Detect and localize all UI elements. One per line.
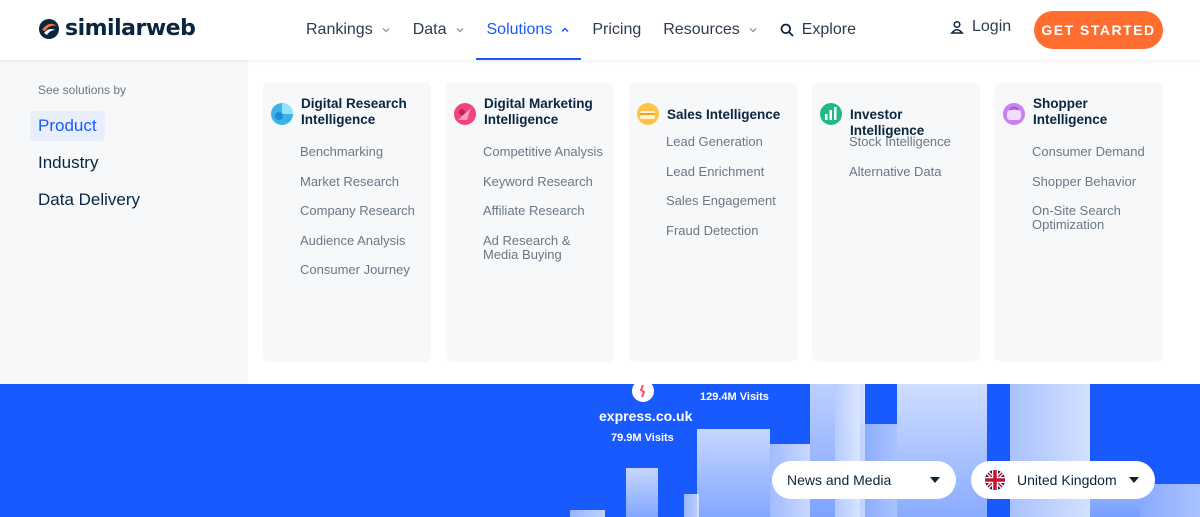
link-benchmarking[interactable]: Benchmarking [300,145,425,159]
link-stock-intelligence[interactable]: Stock Intelligence [849,135,974,149]
similarweb-logo[interactable]: similarweb [38,16,196,42]
digital-research-icon [271,103,293,125]
nav-label: Resources [663,21,740,38]
search-icon [780,23,794,37]
chevron-down-icon [749,28,757,33]
chevron-down-icon [456,28,463,33]
hero-section: 129.4M Visits express.co.uk 79.9M Visits… [0,384,1200,517]
card-links: Stock Intelligence Alternative Data [849,135,974,194]
link-company-research[interactable]: Company Research [300,204,425,218]
logo-text: similarweb [65,16,196,41]
card-links: Lead Generation Lead Enrichment Sales En… [666,135,791,253]
card-title: Digital Research Intelligence [301,96,407,127]
login-link[interactable]: Login [950,18,1011,36]
card-header[interactable]: Investor Intelligence [819,96,975,139]
link-lead-enrichment[interactable]: Lead Enrichment [666,164,791,179]
card-header[interactable]: Sales Intelligence [636,96,792,126]
solution-card-shopper-intelligence: Shopper Intelligence Consumer Demand Sho… [995,82,1163,362]
link-ad-research[interactable]: Ad Research & Media Buying [483,233,608,262]
nav-resources[interactable]: Resources [652,0,768,60]
get-started-button[interactable]: GET STARTED [1034,11,1163,49]
link-affiliate-research[interactable]: Affiliate Research [483,204,608,218]
shopper-intelligence-icon [1003,103,1025,125]
link-sales-engagement[interactable]: Sales Engagement [666,194,791,208]
category-data-delivery[interactable]: Data Delivery [30,185,148,215]
country-select[interactable]: United Kingdom [971,461,1155,499]
country-select-value: United Kingdom [1017,472,1117,488]
link-consumer-demand[interactable]: Consumer Demand [1032,145,1157,159]
site-b-visits: 79.9M Visits [611,432,674,444]
nav-label: Explore [801,21,856,38]
digital-marketing-icon [454,103,476,125]
site-a-visits: 129.4M Visits [700,391,769,403]
nav-rankings[interactable]: Rankings [295,0,402,60]
login-label: Login [972,18,1012,35]
card-title: Shopper Intelligence [1033,96,1108,127]
caret-down-icon [1129,477,1139,483]
card-links: Competitive Analysis Keyword Research Af… [483,145,608,277]
main-nav: Rankings Data Solutions Pricing Resource… [295,0,867,60]
solutions-category-list: See solutions by Product Industry Data D… [0,60,248,384]
nav-explore[interactable]: Explore [769,0,867,60]
industry-select[interactable]: News and Media [772,461,956,499]
link-keyword-research[interactable]: Keyword Research [483,174,608,189]
card-header[interactable]: Shopper Intelligence [1002,96,1158,128]
sales-intelligence-icon [637,103,659,125]
link-lead-generation[interactable]: Lead Generation [666,135,791,149]
card-links: Benchmarking Market Research Company Res… [300,145,425,293]
nav-label: Rankings [306,21,373,38]
link-fraud-detection[interactable]: Fraud Detection [666,223,791,238]
link-alternative-data[interactable]: Alternative Data [849,164,974,179]
link-on-site-search[interactable]: On-Site Search Optimization [1032,204,1157,232]
site-header: similarweb Rankings Data Solutions Prici… [0,0,1200,60]
link-shopper-behavior[interactable]: Shopper Behavior [1032,174,1157,189]
chevron-down-icon [382,28,390,33]
nav-label: Data [412,21,447,38]
caret-down-icon [930,477,940,483]
link-competitive-analysis[interactable]: Competitive Analysis [483,145,608,159]
solution-card-digital-marketing: Digital Marketing Intelligence Competiti… [446,82,614,362]
chevron-up-icon [561,27,569,33]
nav-data[interactable]: Data [402,0,476,60]
card-title: Sales Intelligence [667,107,781,122]
see-solutions-by-label: See solutions by [38,83,127,97]
solution-card-digital-research: Digital Research Intelligence Benchmarki… [263,82,431,362]
link-consumer-journey[interactable]: Consumer Journey [300,263,425,277]
nav-label: Solutions [486,21,553,38]
site-b-name[interactable]: express.co.uk [599,408,692,424]
site-favicon-icon[interactable] [632,384,654,402]
nav-solutions[interactable]: Solutions [475,0,582,60]
nav-label: Pricing [592,21,642,38]
solutions-menu: See solutions by Product Industry Data D… [0,60,1200,384]
card-title: Digital Marketing Intelligence [484,96,593,127]
solution-card-investor-intelligence: Investor Intelligence Stock Intelligence… [812,82,980,362]
industry-select-value: News and Media [787,472,892,488]
user-icon [950,20,964,34]
category-industry[interactable]: Industry [30,148,106,178]
solution-card-sales-intelligence: Sales Intelligence Lead Generation Lead … [629,82,797,362]
similarweb-logo-icon [39,19,59,39]
link-market-research[interactable]: Market Research [300,174,425,189]
investor-intelligence-icon [820,103,842,125]
card-header[interactable]: Digital Marketing Intelligence [453,96,609,128]
link-audience-analysis[interactable]: Audience Analysis [300,233,425,248]
nav-pricing[interactable]: Pricing [581,0,652,60]
category-product[interactable]: Product [30,111,105,141]
card-header[interactable]: Digital Research Intelligence [270,96,426,128]
card-links: Consumer Demand Shopper Behavior On-Site… [1032,145,1157,248]
uk-flag-icon [985,470,1005,490]
